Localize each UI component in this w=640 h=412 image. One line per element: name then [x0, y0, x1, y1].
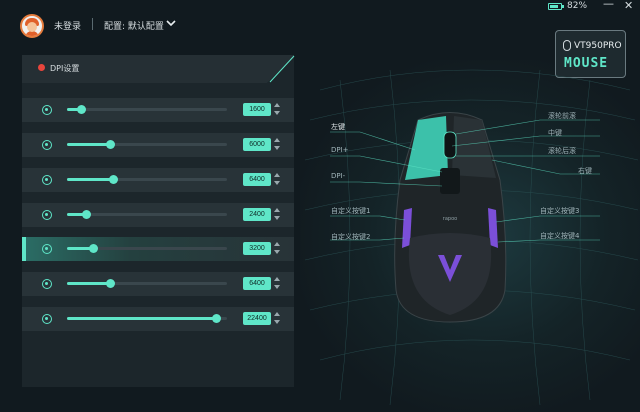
minimize-icon[interactable]: — — [603, 0, 614, 9]
dpi-radio[interactable] — [42, 314, 52, 324]
chevron-up-icon[interactable] — [274, 208, 280, 212]
label-middle: 中键 — [548, 129, 562, 137]
dpi-slider[interactable] — [67, 105, 227, 114]
dpi-slider-fill — [67, 143, 111, 146]
dpi-slider-handle[interactable] — [106, 140, 116, 149]
dpi-slider[interactable] — [67, 175, 227, 184]
label-custom-3: 自定义按键3 — [540, 207, 580, 215]
dpi-radio[interactable] — [42, 140, 52, 150]
label-scroll-forward: 滚轮前滚 — [548, 112, 576, 120]
battery-level-fill — [550, 5, 559, 8]
close-icon[interactable]: ✕ — [624, 0, 633, 11]
label-custom-2: 自定义按键2 — [331, 233, 371, 241]
chevron-down-icon[interactable] — [274, 216, 280, 220]
battery-percent: 82% — [567, 1, 588, 11]
dpi-radio[interactable] — [42, 279, 52, 289]
dpi-value-input[interactable]: 6400 — [243, 173, 271, 186]
chevron-down-icon[interactable] — [166, 18, 176, 28]
dpi-row[interactable]: 3200 — [22, 237, 294, 261]
active-marker — [22, 237, 26, 261]
dpi-stepper[interactable] — [274, 173, 280, 187]
dpi-slider-handle[interactable] — [106, 279, 116, 288]
chevron-up-icon[interactable] — [274, 103, 280, 107]
dpi-value-input[interactable]: 6400 — [243, 277, 271, 290]
mouse-icon — [563, 40, 571, 51]
avatar[interactable] — [20, 14, 44, 38]
dpi-row[interactable]: 6000 — [22, 133, 294, 157]
dpi-value-input[interactable]: 22400 — [243, 312, 271, 325]
dpi-radio[interactable] — [42, 210, 52, 220]
dpi-row[interactable]: 6400 — [22, 272, 294, 296]
dpi-slider[interactable] — [67, 244, 227, 253]
status-dot — [38, 64, 45, 71]
dpi-value-input[interactable]: 2400 — [243, 208, 271, 221]
dpi-row[interactable]: 22400 — [22, 307, 294, 331]
label-left-button: 左键 — [331, 123, 345, 131]
dpi-slider-fill — [67, 282, 111, 285]
chevron-down-icon[interactable] — [274, 285, 280, 289]
dpi-radio[interactable] — [42, 175, 52, 185]
dpi-value-input[interactable]: 6000 — [243, 138, 271, 151]
chevron-down-icon[interactable] — [274, 146, 280, 150]
scroll-wheel[interactable] — [443, 131, 457, 159]
brand-text: rapoo — [443, 216, 457, 222]
dpi-stepper[interactable] — [274, 138, 280, 152]
dpi-slider-handle[interactable] — [77, 105, 87, 114]
dpi-row[interactable]: 1600 — [22, 98, 294, 122]
dpi-buttons[interactable] — [440, 168, 460, 194]
dpi-slider-handle[interactable] — [109, 175, 119, 184]
dpi-slider[interactable] — [67, 314, 227, 323]
dpi-value-input[interactable]: 1600 — [243, 103, 271, 116]
top-bar: 未登录 配置: 默认配置 82% — ✕ — [0, 0, 640, 50]
chevron-up-icon[interactable] — [274, 277, 280, 281]
label-scroll-back: 滚轮后滚 — [548, 147, 576, 155]
dpi-value-input[interactable]: 3200 — [243, 242, 271, 255]
chevron-down-icon[interactable] — [274, 320, 280, 324]
model-name: VT950PRO — [574, 41, 622, 51]
label-right-button: 右键 — [578, 167, 592, 175]
chevron-up-icon[interactable] — [274, 242, 280, 246]
dpi-slider[interactable] — [67, 140, 227, 149]
dpi-radio[interactable] — [42, 244, 52, 254]
dpi-slider-handle[interactable] — [82, 210, 92, 219]
dpi-slider[interactable] — [67, 210, 227, 219]
dpi-slider-handle[interactable] — [88, 244, 98, 253]
dpi-slider[interactable] — [67, 279, 227, 288]
chevron-up-icon[interactable] — [274, 138, 280, 142]
chevron-down-icon[interactable] — [274, 250, 280, 254]
chevron-up-icon[interactable] — [274, 173, 280, 177]
dpi-title: DPI设置 — [50, 64, 80, 73]
login-status[interactable]: 未登录 — [54, 19, 81, 32]
dpi-radio[interactable] — [42, 105, 52, 115]
dpi-slider-fill — [67, 178, 114, 181]
label-custom-4: 自定义按键4 — [540, 232, 580, 240]
label-dpi-minus: DPI- — [331, 172, 346, 180]
label-custom-1: 自定义按键1 — [331, 207, 371, 215]
profile-selector[interactable]: 配置: 默认配置 — [104, 19, 164, 32]
dpi-row[interactable]: 2400 — [22, 203, 294, 227]
header-accent-line — [269, 55, 295, 83]
label-dpi-plus: DPI+ — [331, 146, 349, 154]
dpi-stepper[interactable] — [274, 208, 280, 222]
dpi-stepper[interactable] — [274, 312, 280, 326]
chevron-down-icon[interactable] — [274, 111, 280, 115]
chevron-down-icon[interactable] — [274, 181, 280, 185]
header-divider — [92, 18, 93, 30]
dpi-stepper[interactable] — [274, 242, 280, 256]
chevron-up-icon[interactable] — [274, 312, 280, 316]
dpi-row[interactable]: 6400 — [22, 168, 294, 192]
battery-icon — [548, 3, 564, 10]
dpi-stepper[interactable] — [274, 103, 280, 117]
dpi-slider-fill — [67, 317, 216, 320]
dpi-slider-handle[interactable] — [211, 314, 221, 323]
dpi-stepper[interactable] — [274, 277, 280, 291]
